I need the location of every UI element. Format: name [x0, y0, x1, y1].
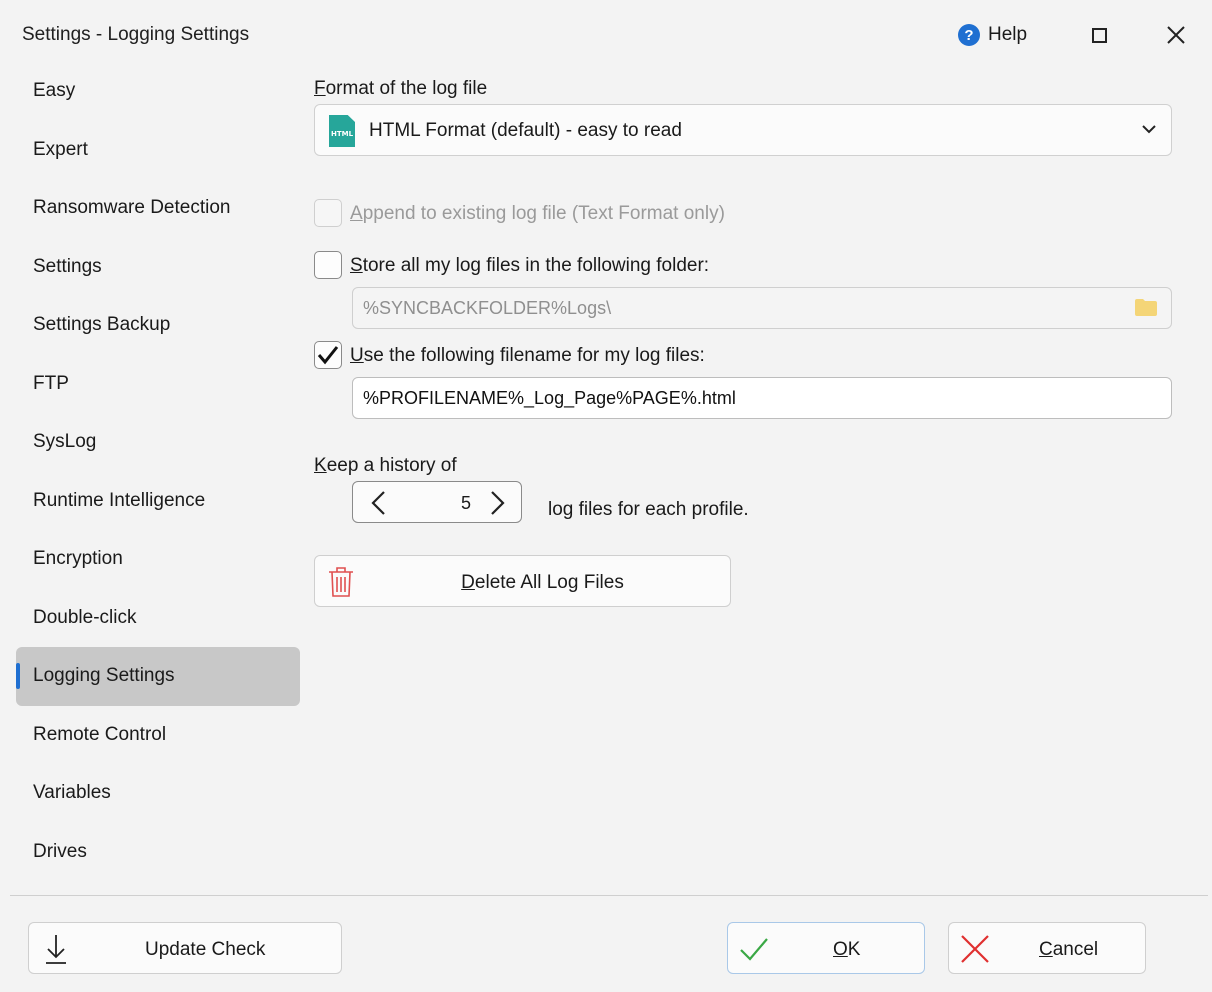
history-label: Keep a history of	[314, 455, 457, 476]
sidebar-item-label: FTP	[33, 372, 69, 394]
store-folder-label: Store all my log files in the following …	[350, 255, 710, 276]
sidebar-item-easy[interactable]: Easy	[16, 62, 300, 121]
sidebar: Easy Expert Ransomware Detection Settings Se…	[16, 62, 300, 881]
chevron-left-icon[interactable]	[369, 490, 389, 516]
log-folder-field[interactable]: %SYNCBACKFOLDER%Logs\	[352, 287, 1172, 329]
help-icon: ?	[958, 24, 980, 46]
store-folder-checkbox[interactable]	[314, 251, 342, 279]
sidebar-item-logging-settings[interactable]: Logging Settings	[16, 647, 300, 706]
close-button[interactable]	[1162, 20, 1190, 50]
ok-button[interactable]: OK	[727, 922, 925, 974]
history-value: 5	[461, 493, 472, 513]
maximize-button[interactable]	[1088, 24, 1110, 46]
sidebar-item-drives[interactable]: Drives	[16, 823, 300, 882]
sidebar-item-ftp[interactable]: FTP	[16, 355, 300, 414]
sidebar-item-label: Settings	[33, 255, 102, 277]
ok-label: OK	[833, 939, 861, 960]
cancel-label: Cancel	[1039, 939, 1099, 960]
cancel-x-icon	[961, 935, 989, 963]
sidebar-item-syslog[interactable]: SysLog	[16, 413, 300, 472]
format-label: Format of the log file	[314, 78, 488, 99]
window-title: Settings - Logging Settings	[22, 24, 250, 45]
close-icon	[1167, 26, 1185, 44]
maximize-icon	[1091, 27, 1107, 43]
help-button[interactable]: ? Help	[958, 22, 1027, 48]
log-filename-field[interactable]: %PROFILENAME%_Log_Page%PAGE%.html	[352, 377, 1172, 419]
sidebar-item-label: Runtime Intelligence	[33, 489, 206, 511]
footer-divider	[10, 895, 1208, 896]
sidebar-item-encryption[interactable]: Encryption	[16, 530, 300, 589]
log-format-value: HTML Format (default) - easy to read	[369, 120, 682, 141]
help-label: Help	[988, 24, 1028, 45]
cancel-button[interactable]: Cancel	[948, 922, 1146, 974]
sidebar-item-label: Encryption	[33, 548, 123, 570]
delete-all-logs-label: Delete All Log Files	[461, 572, 624, 593]
filename-label: Use the following filename for my log fi…	[350, 345, 705, 366]
download-arrow-icon	[46, 935, 66, 964]
log-folder-value: %SYNCBACKFOLDER%Logs\	[363, 298, 612, 318]
folder-icon[interactable]	[1135, 299, 1157, 316]
sidebar-item-label: Remote Control	[33, 723, 167, 745]
chevron-right-icon[interactable]	[487, 490, 507, 516]
history-suffix: log files for each profile.	[548, 499, 749, 520]
sidebar-item-label: Double-click	[33, 606, 137, 628]
update-check-button[interactable]: Update Check	[28, 922, 342, 974]
append-checkbox[interactable]	[314, 199, 342, 227]
chevron-down-icon	[1142, 125, 1156, 134]
delete-all-logs-button[interactable]: Delete All Log Files	[314, 555, 731, 607]
sidebar-item-double-click[interactable]: Double-click	[16, 589, 300, 648]
checkmark-icon	[317, 346, 339, 365]
sidebar-item-label: Settings Backup	[33, 314, 171, 336]
history-stepper[interactable]: 5	[352, 481, 522, 523]
sidebar-item-label: Drives	[33, 840, 87, 862]
sidebar-item-settings[interactable]: Settings	[16, 238, 300, 297]
sidebar-item-label: Expert	[33, 138, 88, 160]
sidebar-item-expert[interactable]: Expert	[16, 121, 300, 180]
title-bar: Settings - Logging Settings ? Help	[0, 0, 1212, 62]
append-label: Append to existing log file (Text Format…	[350, 203, 725, 224]
sidebar-item-label: Logging Settings	[33, 665, 175, 687]
check-icon	[740, 938, 768, 961]
html-file-icon: HTML	[329, 115, 355, 147]
log-filename-value: %PROFILENAME%_Log_Page%PAGE%.html	[363, 388, 736, 408]
sidebar-item-runtime-intelligence[interactable]: Runtime Intelligence	[16, 472, 300, 531]
log-format-select[interactable]: HTML HTML Format (default) - easy to rea…	[314, 104, 1172, 156]
sidebar-item-label: Ransomware Detection	[33, 197, 231, 219]
sidebar-item-settings-backup[interactable]: Settings Backup	[16, 296, 300, 355]
sidebar-item-label: Easy	[33, 80, 76, 102]
sidebar-item-variables[interactable]: Variables	[16, 764, 300, 823]
sidebar-item-label: Variables	[33, 782, 111, 804]
sidebar-item-remote-control[interactable]: Remote Control	[16, 706, 300, 765]
update-check-label: Update Check	[145, 939, 266, 960]
sidebar-item-ransomware-detection[interactable]: Ransomware Detection	[16, 179, 300, 238]
sidebar-item-label: SysLog	[33, 431, 97, 453]
filename-checkbox[interactable]	[314, 341, 342, 369]
